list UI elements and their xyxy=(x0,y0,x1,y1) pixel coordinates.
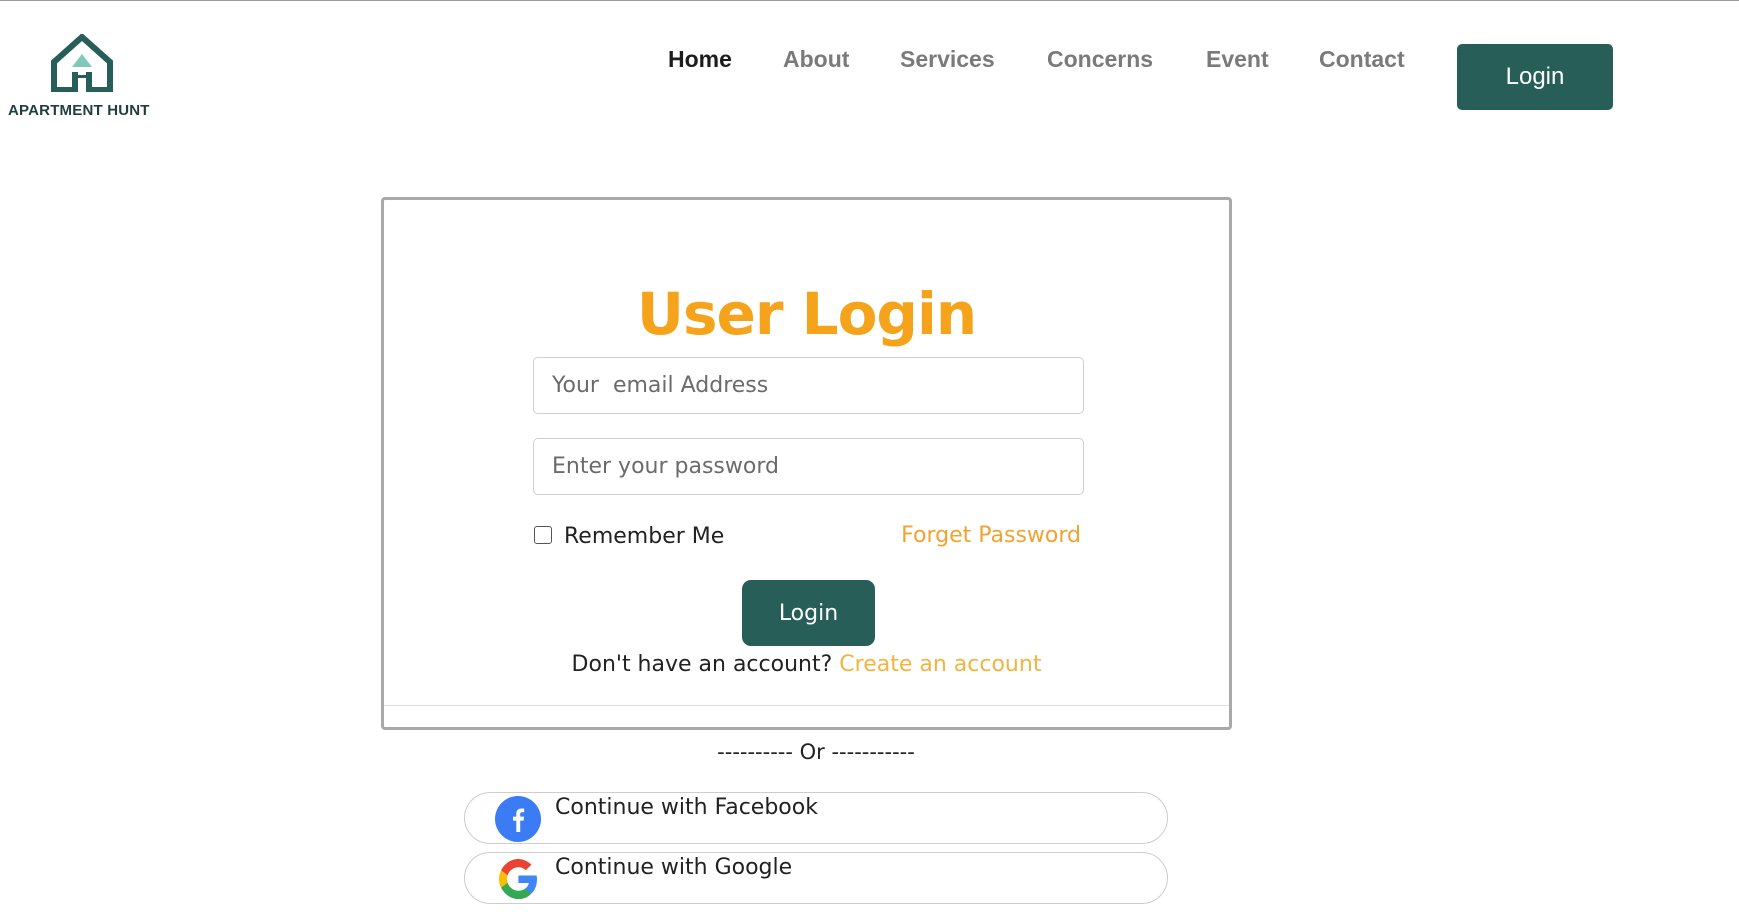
nav-item-about[interactable]: About xyxy=(783,46,849,73)
nav-item-contact[interactable]: Contact xyxy=(1319,46,1405,73)
brand-name: APARTMENT HUNT xyxy=(8,102,150,119)
nav-item-event[interactable]: Event xyxy=(1206,46,1269,73)
password-field[interactable] xyxy=(533,438,1084,495)
google-icon xyxy=(499,859,537,899)
facebook-login-label: Continue with Facebook xyxy=(555,795,818,820)
forget-password-link[interactable]: Forget Password xyxy=(901,523,1081,548)
facebook-icon xyxy=(495,796,541,842)
google-login-label: Continue with Google xyxy=(555,855,793,880)
nav-item-concerns[interactable]: Concerns xyxy=(1047,46,1153,73)
card-divider xyxy=(384,705,1229,706)
page-title: User Login xyxy=(636,280,977,348)
house-icon xyxy=(51,34,113,92)
facebook-login-button[interactable]: Continue with Facebook xyxy=(464,792,1168,844)
email-field[interactable] xyxy=(533,357,1084,414)
signup-prompt-line: Don't have an account? Create an account xyxy=(384,652,1229,677)
or-divider: ---------- Or ----------- xyxy=(717,740,915,764)
remember-me-checkbox[interactable] xyxy=(534,525,552,544)
create-account-link[interactable]: Create an account xyxy=(839,652,1041,677)
login-submit-button[interactable]: Login xyxy=(742,580,875,646)
top-border xyxy=(0,0,1739,1)
login-card: User Login Remember Me Forget Password L… xyxy=(381,197,1232,730)
remember-me[interactable]: Remember Me xyxy=(534,524,724,549)
header-login-button[interactable]: Login xyxy=(1457,44,1613,110)
google-login-button[interactable]: Continue with Google xyxy=(464,852,1168,904)
remember-me-label: Remember Me xyxy=(564,524,725,549)
signup-prompt: Don't have an account? xyxy=(571,652,833,677)
brand-logo[interactable]: APARTMENT HUNT xyxy=(8,34,158,124)
nav-item-services[interactable]: Services xyxy=(900,46,995,73)
nav-item-home[interactable]: Home xyxy=(668,46,732,73)
